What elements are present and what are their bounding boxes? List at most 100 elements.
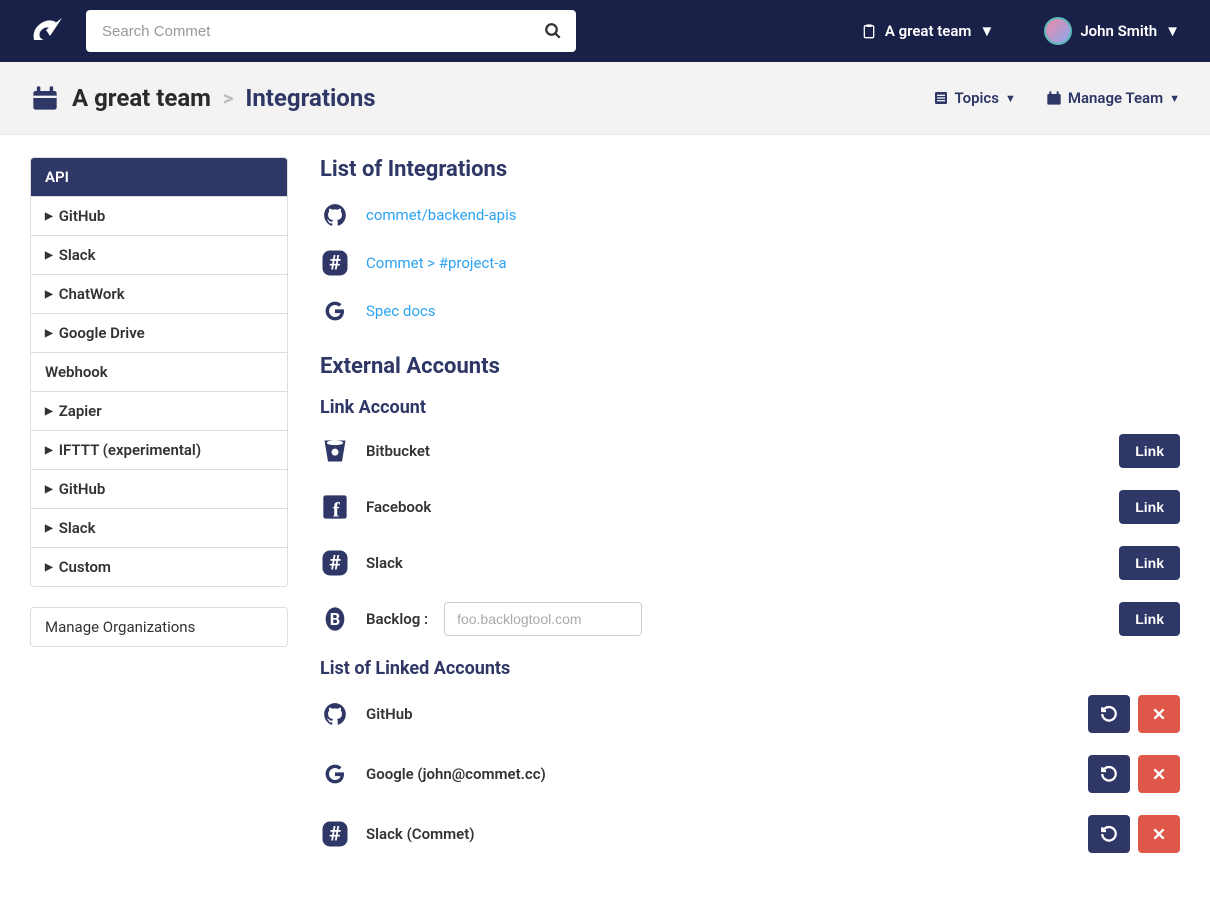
svg-text:B: B	[330, 610, 340, 629]
link-button[interactable]: Link	[1119, 546, 1180, 580]
external-accounts-title: External Accounts	[320, 354, 1180, 379]
account-label: Facebook	[366, 498, 431, 516]
integration-link[interactable]: Commet > #project-a	[366, 254, 507, 272]
integration-row: Spec docs	[320, 296, 1180, 326]
topbar: A great team ▼ John Smith ▼	[0, 0, 1210, 62]
avatar	[1044, 17, 1072, 45]
search-icon[interactable]	[544, 22, 562, 40]
sidebar-item-label: ChatWork	[59, 285, 125, 303]
team-switcher-label: A great team	[885, 22, 972, 40]
integration-row: # Commet > #project-a	[320, 248, 1180, 278]
topics-label: Topics	[955, 89, 999, 107]
google-icon	[320, 759, 350, 789]
backlog-domain-input[interactable]	[444, 602, 642, 636]
triangle-right-icon: ▶	[45, 523, 53, 534]
github-icon	[320, 699, 350, 729]
breadcrumb-team[interactable]: A great team	[72, 84, 211, 112]
sidebar-item-ifttt-experimental-[interactable]: ▶ IFTTT (experimental)	[31, 431, 287, 470]
list-integrations-title: List of Integrations	[320, 157, 1180, 182]
linked-account-label: Slack (Commet)	[366, 825, 475, 843]
triangle-right-icon: ▶	[45, 484, 53, 495]
app-logo[interactable]	[30, 16, 66, 46]
triangle-right-icon: ▶	[45, 406, 53, 417]
link-account-row: # Slack Link	[320, 546, 1180, 580]
linked-account-label: GitHub	[366, 705, 413, 723]
sidebar-item-label: API	[45, 168, 69, 186]
sidebar-item-label: IFTTT (experimental)	[59, 441, 201, 459]
clipboard-icon	[861, 23, 877, 39]
main-content: List of Integrations commet/backend-apis…	[320, 157, 1180, 875]
svg-text:#: #	[329, 550, 341, 574]
svg-text:#: #	[329, 821, 341, 845]
sidebar-item-slack[interactable]: ▶ Slack	[31, 509, 287, 548]
refresh-button[interactable]	[1088, 755, 1130, 793]
slack-icon: #	[320, 548, 350, 578]
google-icon	[320, 296, 350, 326]
backlog-label: Backlog :	[366, 610, 428, 628]
sidebar-item-github[interactable]: ▶ GitHub	[31, 470, 287, 509]
link-button[interactable]: Link	[1119, 490, 1180, 524]
search-input[interactable]	[86, 10, 576, 52]
triangle-right-icon: ▶	[45, 562, 53, 573]
remove-button[interactable]	[1138, 815, 1180, 853]
manage-organizations-link[interactable]: Manage Organizations	[30, 607, 288, 647]
account-label: Bitbucket	[366, 442, 430, 460]
triangle-right-icon: ▶	[45, 445, 53, 456]
sidebar-list: API▶GitHub▶Slack▶ChatWork▶Google DriveWe…	[30, 157, 288, 587]
sidebar-item-google-drive[interactable]: ▶Google Drive	[31, 314, 287, 353]
sidebar-item-label: GitHub	[59, 207, 106, 225]
manage-team-label: Manage Team	[1068, 89, 1163, 107]
backlog-icon: B	[320, 604, 350, 634]
link-account-title: Link Account	[320, 397, 1180, 418]
refresh-button[interactable]	[1088, 695, 1130, 733]
sidebar-item-label: Custom	[59, 558, 111, 576]
remove-button[interactable]	[1138, 755, 1180, 793]
user-menu[interactable]: John Smith ▼	[1044, 17, 1180, 45]
sidebar-item-github[interactable]: ▶ GitHub	[31, 197, 287, 236]
list-icon	[933, 90, 949, 106]
remove-button[interactable]	[1138, 695, 1180, 733]
svg-text:f: f	[333, 497, 341, 521]
chevron-down-icon: ▼	[1005, 92, 1016, 105]
sidebar-item-label: Slack	[59, 246, 96, 264]
sidebar-item-label: GitHub	[59, 480, 106, 498]
linked-account-row: # Slack (Commet)	[320, 815, 1180, 853]
integration-link[interactable]: Spec docs	[366, 302, 435, 320]
bitbucket-icon	[320, 436, 350, 466]
link-button[interactable]: Link	[1119, 434, 1180, 468]
integration-link[interactable]: commet/backend-apis	[366, 206, 516, 224]
refresh-button[interactable]	[1088, 815, 1130, 853]
team-switcher[interactable]: A great team ▼	[861, 22, 994, 40]
sidebar-item-custom[interactable]: ▶ Custom	[31, 548, 287, 586]
topics-link[interactable]: Topics ▼	[933, 89, 1016, 107]
svg-text:#: #	[329, 250, 341, 274]
calendar-icon	[1046, 90, 1062, 106]
calendar-icon	[30, 84, 60, 112]
sidebar: API▶GitHub▶Slack▶ChatWork▶Google DriveWe…	[30, 157, 288, 647]
link-account-row: Bitbucket Link	[320, 434, 1180, 468]
sidebar-item-zapier[interactable]: ▶Zapier	[31, 392, 287, 431]
link-button-backlog[interactable]: Link	[1119, 602, 1180, 636]
sidebar-item-api[interactable]: API	[31, 158, 287, 197]
sidebar-item-webhook[interactable]: Webhook	[31, 353, 287, 392]
breadcrumb-page: Integrations	[245, 84, 375, 112]
subheader: A great team > Integrations Topics ▼ Man…	[0, 62, 1210, 135]
chevron-down-icon: ▼	[979, 22, 994, 40]
breadcrumb: A great team > Integrations	[30, 84, 376, 112]
sidebar-item-slack[interactable]: ▶ Slack	[31, 236, 287, 275]
sidebar-item-label: Slack	[59, 519, 96, 537]
search-container	[86, 10, 576, 52]
slack-icon: #	[320, 248, 350, 278]
manage-team-link[interactable]: Manage Team ▼	[1046, 89, 1180, 107]
linked-account-label: Google (john@commet.cc)	[366, 765, 546, 783]
sidebar-item-label: Google Drive	[59, 324, 145, 342]
link-account-row-backlog: B Backlog : Link	[320, 602, 1180, 636]
linked-accounts-title: List of Linked Accounts	[320, 658, 1180, 679]
triangle-right-icon: ▶	[45, 211, 53, 222]
breadcrumb-separator: >	[223, 86, 233, 110]
sidebar-item-chatwork[interactable]: ▶ChatWork	[31, 275, 287, 314]
triangle-right-icon: ▶	[45, 250, 53, 261]
account-label: Slack	[366, 554, 403, 572]
link-account-row: f Facebook Link	[320, 490, 1180, 524]
integration-row: commet/backend-apis	[320, 200, 1180, 230]
